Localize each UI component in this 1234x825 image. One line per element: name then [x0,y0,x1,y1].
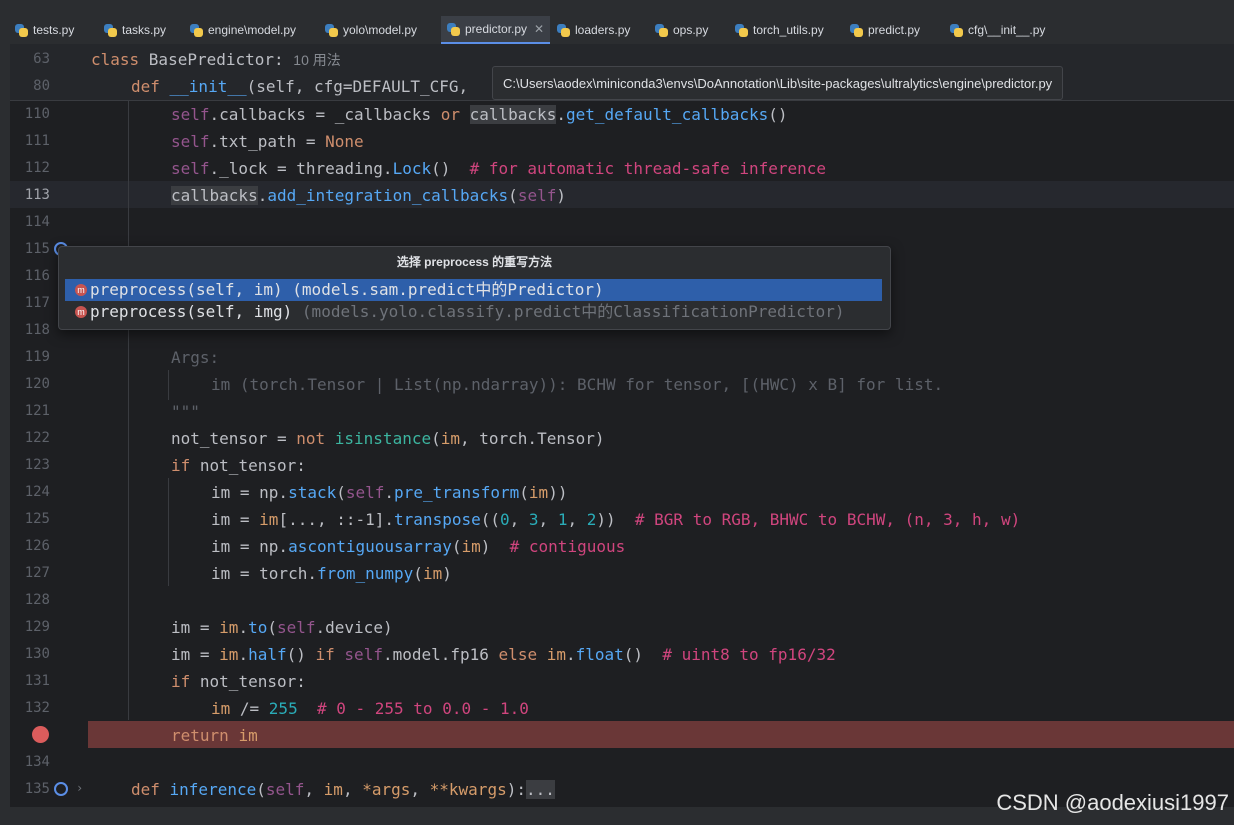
breakpoint-line-highlight [88,721,1234,748]
tab-tasks[interactable]: tasks.py [104,16,166,44]
breakpoint-icon[interactable] [32,726,49,743]
line-number: 116 [24,268,50,284]
code-line[interactable]: im /= 255 # 0 - 255 to 0.0 - 1.0 [211,695,529,722]
code-line[interactable]: return im [171,722,258,749]
popup-title: 选择 preprocess 的重写方法 [396,255,553,269]
code-line[interactable]: if not_tensor: [171,668,306,695]
line-number: 122 [24,430,50,446]
line-number: 130 [24,646,50,662]
code-line[interactable]: not_tensor = not isinstance(im, torch.Te… [171,425,605,452]
python-file-icon [104,23,117,37]
tab-label: torch_utils.py [753,23,824,37]
code-line[interactable]: im = im.half() if self.model.fp16 else i… [171,641,836,668]
tab-engine-model[interactable]: engine\model.py [190,16,296,44]
tab-bar: tests.py tasks.py engine\model.py yolo\m… [0,0,1234,45]
line-number: 127 [24,565,50,581]
popup-item-sam-predictor[interactable]: m preprocess(self, im) (models.sam.predic… [65,279,882,301]
python-file-icon [735,23,748,37]
close-icon[interactable]: ✕ [534,22,544,36]
tab-predictor[interactable]: predictor.py ✕ [441,16,551,44]
line-number: 117 [24,295,50,311]
tab-predict[interactable]: predict.py [850,16,920,44]
code-line[interactable]: callbacks.add_integration_callbacks(self… [171,182,566,209]
code-line[interactable]: self.txt_path = None [171,128,364,155]
tab-label: tasks.py [122,23,167,37]
python-file-icon [447,22,460,36]
line-number: 125 [24,511,50,527]
line-number: 115 [24,241,50,257]
init-declaration[interactable]: def __init__(self, cfg=DEFAULT_CFG, [131,73,468,100]
tab-label: tests.py [33,23,75,37]
watermark: CSDN @aodexiusi1997 [996,790,1229,815]
python-file-icon [950,23,963,37]
python-file-icon [850,23,863,37]
line-number: 119 [24,349,50,365]
line-number: 124 [24,484,50,500]
python-file-icon [655,23,668,37]
python-file-icon [15,23,28,37]
file-path-tooltip: C:\Users\aodex\miniconda3\envs\DoAnnotat… [492,66,1064,100]
tab-yolo-model[interactable]: yolo\model.py [325,16,417,44]
code-line[interactable]: def inference(self, im, *args, **kwargs)… [131,776,555,803]
code-line[interactable]: im = np.ascontiguousarray(im) # contiguo… [211,533,625,560]
line-number: 123 [24,457,50,473]
line-number: 126 [24,538,50,554]
line-number: 110 [24,106,50,122]
popup-item-label: preprocess(self, img) [90,302,302,321]
python-file-icon [325,23,338,37]
tab-label: cfg\__init__.py [968,23,1046,37]
indent-guide [168,478,169,586]
code-line[interactable]: self._lock = threading.Lock() # for auto… [171,155,826,182]
line-number: 128 [24,592,50,608]
override-method-popup: 选择 preprocess 的重写方法 m preprocess(self, im… [58,246,891,330]
tab-ops[interactable]: ops.py [655,16,708,44]
python-file-icon [190,23,203,37]
code-line[interactable]: self.callbacks = _callbacks or callbacks… [171,101,788,128]
line-number: 111 [24,133,50,149]
line-number: 129 [24,619,50,635]
tab-tests[interactable]: tests.py [15,16,74,44]
popup-item-location: (models.yolo.classify.predict中的Classific… [301,302,845,321]
code-line[interactable]: if not_tensor: [171,452,306,479]
method-icon: m [75,284,87,296]
tab-label: ops.py [673,23,709,37]
tab-torch-utils[interactable]: torch_utils.py [735,16,824,44]
popup-item-classification-predictor[interactable]: m preprocess(self, img) (models.yolo.clas… [65,301,882,323]
indent-guide [128,100,129,720]
line-number: 132 [24,700,50,716]
line-number: 121 [24,403,50,419]
python-file-icon [557,23,570,37]
override-marker-icon[interactable] [54,782,68,796]
tab-label: predict.py [868,23,921,37]
line-number: 118 [24,322,50,338]
popup-item-label: preprocess(self, im) (models.sam.predict… [90,280,604,299]
line-number: 112 [24,160,50,176]
method-icon: m [75,306,87,318]
tab-cfg-init[interactable]: cfg\__init__.py [950,16,1045,44]
docstring-line[interactable]: Args: [171,344,219,371]
docstring-line[interactable]: im (torch.Tensor | List(np.ndarray)): BC… [211,371,943,398]
line-number: 134 [24,754,50,770]
line-number: 113 [24,187,50,203]
line-number: 114 [24,214,50,230]
fold-chevron-icon[interactable]: › [76,781,83,795]
tab-label: yolo\model.py [343,23,418,37]
code-line[interactable]: im = im[..., ::-1].transpose((0, 3, 1, 2… [211,506,1020,533]
tab-label: predictor.py [465,22,528,36]
code-line[interactable]: im = torch.from_numpy(im) [211,560,452,587]
tab-label: engine\model.py [208,23,297,37]
code-line[interactable]: im = im.to(self.device) [171,614,393,641]
tab-label: loaders.py [575,23,631,37]
docstring-line[interactable]: """ [171,398,200,425]
code-line[interactable]: im = np.stack(self.pre_transform(im)) [211,479,567,506]
tab-loaders[interactable]: loaders.py [557,16,630,44]
line-number: 63 [33,51,50,67]
line-number: 135 [24,781,50,797]
line-number: 131 [24,673,50,689]
line-number: 80 [33,78,50,94]
class-declaration[interactable]: class BasePredictor: 10 用法 [91,46,341,73]
indent-guide [168,370,169,400]
left-tool-strip [0,44,10,807]
line-number: 120 [24,376,50,392]
